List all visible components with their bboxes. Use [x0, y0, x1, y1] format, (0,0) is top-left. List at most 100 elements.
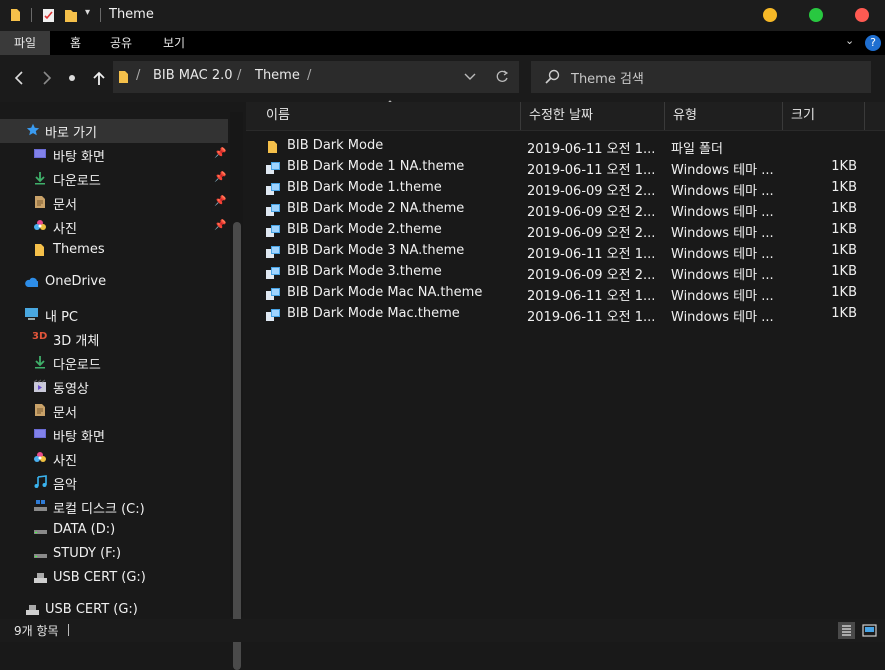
maximize-button[interactable] [809, 8, 823, 22]
column-date[interactable]: 수정한 날짜 [521, 102, 665, 130]
breadcrumb-separator: / [307, 68, 312, 83]
customize-quick-access-icon[interactable]: ▾ [85, 7, 90, 18]
column-name[interactable]: 이름 [258, 102, 521, 130]
nav-item-documents-pc[interactable]: 문서 [0, 399, 228, 423]
folder-icon [119, 71, 128, 83]
file-name: BIB Dark Mode 1.theme [287, 180, 442, 195]
desktop-icon [34, 149, 46, 158]
nav-item-photos-pc[interactable]: 사진 [0, 447, 228, 471]
file-type: Windows 테마 ... [671, 247, 774, 262]
nav-item-drive-c[interactable]: 로컬 디스크 (C:) [0, 495, 228, 519]
nav-item-drive-f[interactable]: STUDY (F:) [0, 543, 228, 567]
breadcrumb-bib-mac[interactable]: BIB MAC 2.0 [153, 68, 233, 83]
usb-drive-icon [34, 573, 47, 583]
folder-icon [35, 244, 44, 256]
search-input[interactable]: Theme 검색 [531, 61, 871, 93]
file-type: Windows 테마 ... [671, 268, 774, 283]
forward-button[interactable] [38, 69, 56, 87]
nav-item-desktop-pc[interactable]: 바탕 화면 [0, 423, 228, 447]
nav-label: OneDrive [45, 274, 107, 289]
up-button[interactable] [90, 69, 108, 87]
file-row[interactable]: BIB Dark Mode 1 NA.theme 2019-06-11 오전 1… [266, 158, 876, 179]
nav-item-music[interactable]: 음악 [0, 471, 228, 495]
file-row[interactable]: BIB Dark Mode Mac.theme 2019-06-11 오전 1.… [266, 305, 876, 326]
nav-item-photos[interactable]: 사진 📌 [0, 215, 228, 239]
details-view-icon [842, 625, 851, 636]
file-size: 1KB [831, 159, 857, 174]
chevron-down-icon[interactable] [464, 72, 476, 82]
search-placeholder: Theme 검색 [571, 72, 644, 87]
nav-item-documents[interactable]: 문서 📌 [0, 191, 228, 215]
document-icon [35, 404, 45, 416]
nav-onedrive[interactable]: OneDrive [0, 271, 228, 295]
recent-locations-button[interactable] [63, 69, 81, 87]
file-date: 2019-06-11 오전 1... [527, 247, 656, 262]
tab-share[interactable]: 공유 [96, 31, 146, 55]
file-name: BIB Dark Mode [287, 138, 384, 153]
properties-icon[interactable] [42, 8, 56, 23]
chevron-left-icon [14, 71, 23, 85]
close-button[interactable] [855, 8, 869, 22]
file-name: BIB Dark Mode 3.theme [287, 264, 442, 279]
nav-quick-access[interactable]: 바로 가기 [0, 119, 228, 143]
file-date: 2019-06-09 오전 2... [527, 226, 656, 241]
address-bar[interactable]: / BIB MAC 2.0 / Theme / [113, 61, 519, 93]
file-name: BIB Dark Mode Mac NA.theme [287, 285, 483, 300]
nav-label: 바탕 화면 [53, 150, 105, 165]
nav-item-3d-objects[interactable]: 3D 3D 개체 [0, 327, 228, 351]
nav-item-drive-d[interactable]: DATA (D:) [0, 519, 228, 543]
column-size[interactable]: 크기 [783, 102, 865, 130]
nav-label: 다운로드 [53, 358, 101, 373]
nav-label: 다운로드 [53, 174, 101, 189]
refresh-icon[interactable] [496, 70, 509, 83]
file-date: 2019-06-11 오전 1... [527, 142, 656, 157]
cloud-icon [25, 277, 38, 287]
item-count: 9개 항목 [14, 624, 59, 638]
file-date: 2019-06-11 오전 1... [527, 163, 656, 178]
divider [100, 8, 101, 22]
nav-item-downloads-pc[interactable]: 다운로드 [0, 351, 228, 375]
file-row[interactable]: BIB Dark Mode 3 NA.theme 2019-06-11 오전 1… [266, 242, 876, 263]
nav-label: 로컬 디스크 (C:) [53, 502, 145, 517]
file-row[interactable]: BIB Dark Mode 3.theme 2019-06-09 오전 2...… [266, 263, 876, 284]
file-row[interactable]: BIB Dark Mode 2019-06-11 오전 1... 파일 폴더 [266, 137, 876, 158]
help-icon[interactable]: ? [865, 35, 881, 51]
new-folder-icon[interactable] [64, 8, 78, 23]
nav-item-themes[interactable]: Themes [0, 239, 228, 263]
minimize-button[interactable] [763, 8, 777, 22]
tab-view[interactable]: 보기 [149, 31, 199, 55]
file-name: BIB Dark Mode 2 NA.theme [287, 201, 465, 216]
breadcrumb-theme[interactable]: Theme [255, 68, 300, 83]
file-row[interactable]: BIB Dark Mode 1.theme 2019-06-09 오전 2...… [266, 179, 876, 200]
file-type: Windows 테마 ... [671, 184, 774, 199]
file-size: 1KB [831, 222, 857, 237]
large-icons-view-button[interactable] [861, 622, 878, 639]
nav-label: STUDY (F:) [53, 546, 122, 561]
file-row[interactable]: BIB Dark Mode Mac NA.theme 2019-06-11 오전… [266, 284, 876, 305]
column-type[interactable]: 유형 [665, 102, 783, 130]
file-row[interactable]: BIB Dark Mode 2 NA.theme 2019-06-09 오전 2… [266, 200, 876, 221]
file-size: 1KB [831, 264, 857, 279]
theme-file-icon [266, 288, 280, 300]
pin-icon: 📌 [214, 220, 227, 231]
file-row[interactable]: BIB Dark Mode 2.theme 2019-06-09 오전 2...… [266, 221, 876, 242]
file-size: 1KB [831, 243, 857, 258]
theme-file-icon [266, 162, 280, 174]
nav-label: USB CERT (G:) [45, 602, 138, 617]
nav-label: 바탕 화면 [53, 430, 105, 445]
drive-icon [34, 554, 47, 558]
nav-item-downloads[interactable]: 다운로드 📌 [0, 167, 228, 191]
pin-icon: 📌 [214, 172, 227, 183]
nav-item-videos[interactable]: 동영상 [0, 375, 228, 399]
file-type: Windows 테마 ... [671, 289, 774, 304]
nav-item-desktop[interactable]: 바탕 화면 📌 [0, 143, 228, 167]
theme-file-icon [266, 309, 280, 321]
tab-file[interactable]: 파일 [0, 31, 51, 55]
tab-home[interactable]: 홈 [56, 31, 95, 55]
nav-item-drive-g[interactable]: USB CERT (G:) [0, 567, 228, 591]
back-button[interactable] [10, 69, 28, 87]
expand-ribbon-icon[interactable]: ⌄ [845, 34, 854, 47]
details-view-button[interactable] [838, 622, 855, 639]
nav-this-pc[interactable]: 내 PC [0, 303, 228, 327]
nav-scrollbar-thumb[interactable] [233, 222, 241, 670]
